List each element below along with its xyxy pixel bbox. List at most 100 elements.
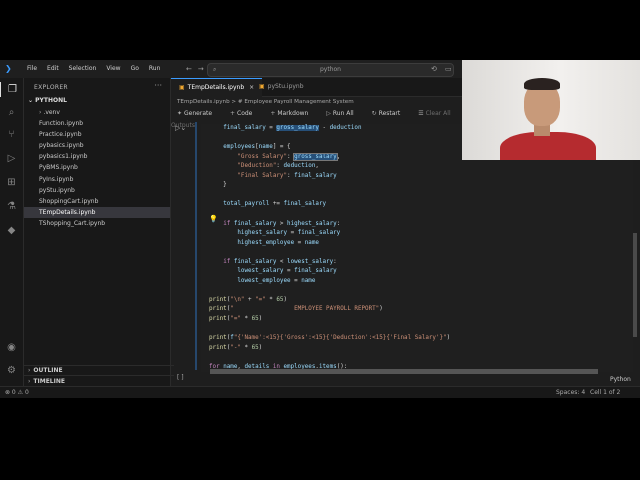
code-line: "Deduction": deduction, xyxy=(237,163,319,170)
clear-icon: ☰ xyxy=(418,110,424,117)
tab-label: pyStu.ipynb xyxy=(267,83,304,90)
cell-execution-count: [ ] xyxy=(177,374,184,381)
add-code-button[interactable]: + Code xyxy=(230,110,260,117)
code-line: lowest_salary = final_salary xyxy=(237,268,337,275)
file-item-venv[interactable]: › .venv xyxy=(24,107,170,118)
generate-label: Generate xyxy=(184,110,213,117)
code-line: if final_salary > highest_salary: xyxy=(223,220,341,227)
source-control-icon[interactable]: ⑂ xyxy=(4,127,19,142)
outline-label: OUTLINE xyxy=(33,367,63,374)
file-label: .venv xyxy=(43,109,60,116)
indentation-status[interactable]: Spaces: 4 xyxy=(556,387,585,398)
file-label: PyIns.ipynb xyxy=(39,175,74,183)
search-icon: ⌕ xyxy=(213,66,217,73)
code-line: print("\n" + "=" * 65) xyxy=(209,296,288,303)
menu-run[interactable]: Run xyxy=(144,60,166,78)
breadcrumb-file[interactable]: TEmpDetails.ipynb xyxy=(177,99,230,105)
vertical-scrollbar[interactable] xyxy=(633,233,637,337)
file-item[interactable]: pybasics.ipynb xyxy=(24,140,170,151)
file-item[interactable]: PyIns.ipynb xyxy=(24,174,170,185)
extensions-icon[interactable]: ⊞ xyxy=(4,175,19,190)
file-label: pybasics1.ipynb xyxy=(39,153,88,161)
file-label: PyBMS.ipynb xyxy=(39,164,78,172)
code-cell-editor[interactable]: 💡 final_salary = gross_salary - deductio… xyxy=(201,124,633,372)
testing-icon[interactable]: ⚗ xyxy=(4,199,19,214)
file-item[interactable]: ShoppingCart.ipynb xyxy=(24,196,170,207)
file-item[interactable]: pyStu.ipynb xyxy=(24,185,170,196)
notebook-icon: ▣ xyxy=(259,83,265,90)
cell-focus-bar xyxy=(195,122,197,370)
code-line: "Final Salary": final_salary xyxy=(237,172,337,179)
menu-file[interactable]: File xyxy=(22,60,42,78)
status-bar: ⊗ 0 ⚠ 0 Spaces: 4 Cell 1 of 2 xyxy=(0,386,640,398)
explorer-more-icon[interactable]: ··· xyxy=(154,81,162,90)
run-debug-icon[interactable]: ▷ xyxy=(4,151,19,166)
sparkle-icon: ✦ xyxy=(177,110,183,117)
file-label: ShoppingCart.ipynb xyxy=(39,197,99,205)
menu-edit[interactable]: Edit xyxy=(42,60,64,78)
layout-icon[interactable]: ▭ xyxy=(445,60,452,78)
breadcrumb: TEmpDetails.ipynb > # Employee Payroll M… xyxy=(171,97,477,108)
account-icon[interactable]: ◉ xyxy=(4,340,19,355)
notebook-icon: ▣ xyxy=(179,84,185,91)
workspace-folder[interactable]: ⌄ PYTHONL xyxy=(28,97,67,104)
restart-icon: ↻ xyxy=(371,110,377,117)
breadcrumb-cell[interactable]: # Employee Payroll Management System xyxy=(238,99,354,105)
menu-bar: File Edit Selection View Go Run xyxy=(22,60,165,78)
code-line: total_payroll += final_salary xyxy=(223,201,327,208)
file-label: pyStu.ipynb xyxy=(39,186,75,194)
timeline-label: TIMELINE xyxy=(33,378,65,385)
cell-run-icon[interactable]: ▷⌄ xyxy=(175,124,186,132)
webcam-overlay xyxy=(462,60,640,160)
code-line: employees[name] = { xyxy=(223,144,291,151)
menu-selection[interactable]: Selection xyxy=(64,60,102,78)
problems-status[interactable]: ⊗ 0 ⚠ 0 xyxy=(5,387,29,398)
file-item[interactable]: TShopping_Cart.ipynb xyxy=(24,218,170,229)
code-line: final_salary = gross_salary - deduction xyxy=(223,125,362,131)
breadcrumb-separator: > xyxy=(231,99,237,105)
python-icon[interactable]: ◆ xyxy=(4,223,19,238)
tab-pystu[interactable]: ▣ pyStu.ipynb xyxy=(251,78,312,96)
explorer-sidebar: EXPLORER ··· ⌄ PYTHONL › .venv Function.i… xyxy=(24,78,174,386)
code-line: lowest_employee = name xyxy=(237,277,316,284)
plus-icon: + xyxy=(270,110,276,117)
menu-go[interactable]: Go xyxy=(126,60,144,78)
command-center-search[interactable]: ⌕ python xyxy=(207,63,454,77)
code-line: if final_salary < lowest_salary: xyxy=(223,258,337,265)
file-item[interactable]: pybasics1.ipynb xyxy=(24,151,170,162)
code-label: Code xyxy=(237,110,253,117)
restart-button[interactable]: ↻ Restart xyxy=(372,110,409,117)
cell-language[interactable]: Python xyxy=(610,376,631,383)
search-text: python xyxy=(320,66,341,73)
copilot-icon[interactable]: ⟲ xyxy=(431,60,437,78)
settings-gear-icon[interactable]: ⚙ xyxy=(4,363,19,378)
presenter-shirt xyxy=(500,132,596,160)
file-label: TEmpDetails.ipynb xyxy=(39,208,96,216)
code-line: print("-" * 65) xyxy=(209,344,263,351)
code-line: print("=" * 65) xyxy=(209,316,263,322)
code-line: highest_salary = final_salary xyxy=(237,230,341,237)
presenter-hair xyxy=(524,78,560,90)
chevron-right-icon: › xyxy=(39,109,42,116)
run-all-icon: ▷ xyxy=(326,110,331,117)
explorer-icon[interactable]: ❐ xyxy=(0,82,20,97)
file-item-selected[interactable]: TEmpDetails.ipynb xyxy=(24,206,170,218)
generate-button[interactable]: ✦ Generate xyxy=(177,110,220,117)
folder-label: PYTHONL xyxy=(35,97,67,104)
tab-tempdetails[interactable]: ▣ TEmpDetails.ipynb × xyxy=(171,78,263,97)
file-item[interactable]: Practice.ipynb xyxy=(24,129,170,140)
cell-position-status[interactable]: Cell 1 of 2 xyxy=(590,387,620,398)
menu-view[interactable]: View xyxy=(101,60,125,78)
run-all-button[interactable]: ▷ Run All xyxy=(326,110,361,117)
file-item[interactable]: PyBMS.ipynb xyxy=(24,162,170,173)
notebook-toolbar: ✦ Generate + Code + Markdown ▷ Run All ↻ Rest… xyxy=(171,108,471,129)
markdown-label: Markdown xyxy=(277,110,309,117)
activity-bar: ❐ ⌕ ⑂ ▷ ⊞ ⚗ ◆ ◉ ⚙ xyxy=(0,78,24,386)
code-line: } xyxy=(209,182,227,189)
file-list: › .venv Function.ipynb Practice.ipynb pyb… xyxy=(24,107,170,229)
chevron-right-icon: › xyxy=(28,378,31,385)
add-markdown-button[interactable]: + Markdown xyxy=(270,110,316,117)
search-activity-icon[interactable]: ⌕ xyxy=(4,105,19,120)
horizontal-scrollbar[interactable] xyxy=(210,369,598,374)
file-item[interactable]: Function.ipynb xyxy=(24,118,170,129)
